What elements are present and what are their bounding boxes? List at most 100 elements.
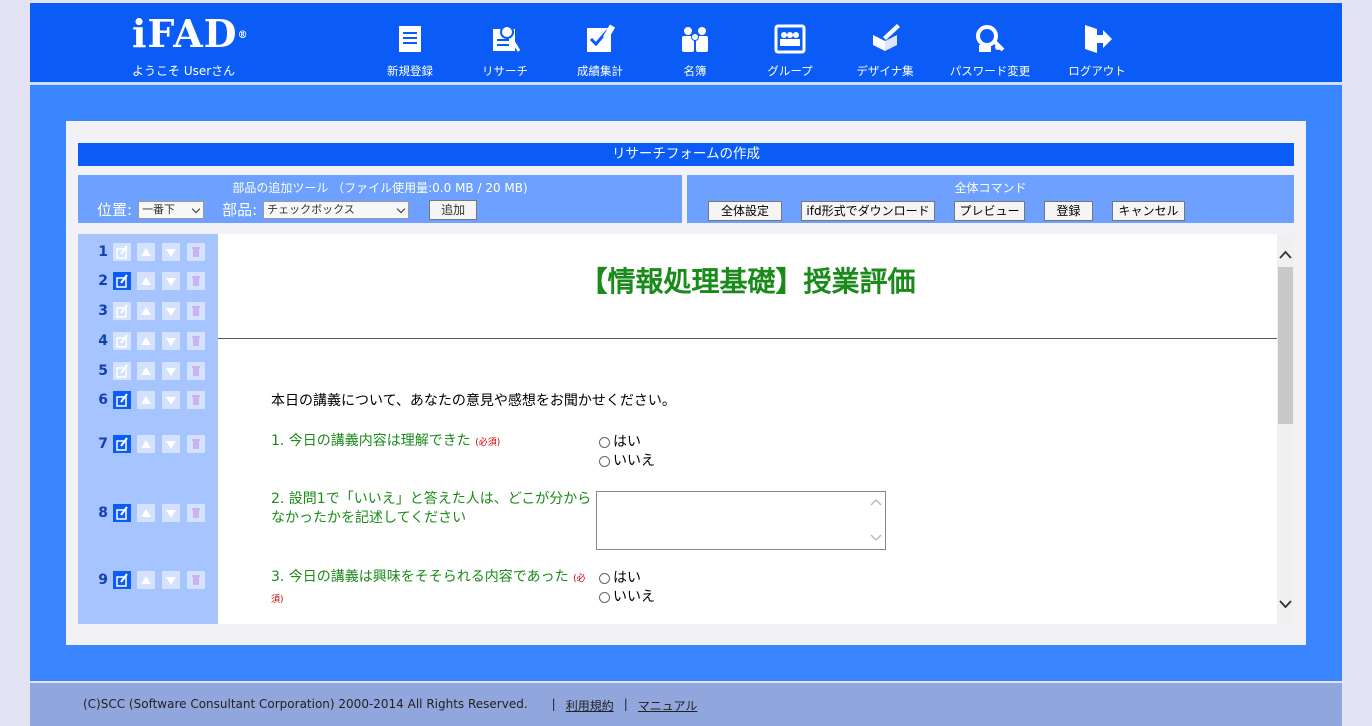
terms-link[interactable]: 利用規約 [566,697,614,714]
preview-button[interactable]: プレビュー [954,201,1025,221]
form-preview: 【情報処理基礎】授業評価 本日の講義について、あなたの意見や感想をお聞かせくださ… [218,234,1277,624]
delete-button[interactable] [186,301,206,321]
cancel-button[interactable]: キャンセル [1112,201,1185,221]
add-part-button[interactable]: 追加 [429,199,478,220]
arrow-up-icon [141,396,151,404]
move-up-button[interactable] [136,361,156,381]
edit-button[interactable] [112,570,132,590]
logout-icon [1085,25,1112,53]
arrow-down-icon [166,278,176,286]
part-select[interactable]: チェックボックス [263,200,410,219]
scroll-down-icon[interactable] [1279,599,1292,609]
option-yes[interactable]: はい [599,569,655,588]
scroll-up-icon[interactable] [1279,250,1292,260]
row-control: 7 [78,434,218,454]
move-down-button[interactable] [161,503,181,523]
preview-scrollbar[interactable] [1277,234,1294,624]
move-down-button[interactable] [161,331,181,351]
manual-link[interactable]: マニュアル [638,697,698,714]
main-area: リサーチフォームの作成 部品の追加ツール （ファイル使用量:0.0 MB / 2… [30,85,1342,681]
nav-password[interactable]: パスワード変更 [942,21,1038,79]
radio-button[interactable] [599,573,610,584]
move-up-button[interactable] [136,503,156,523]
edit-button[interactable] [112,361,132,381]
global-settings-button[interactable]: 全体設定 [708,201,782,221]
parts-tool-row: 位置: 一番下 部品: チェックボックス 追加 [97,199,478,220]
option-no[interactable]: いいえ [599,452,655,471]
move-up-button[interactable] [136,271,156,291]
nav-new-registration[interactable]: 新規登録 [362,21,458,79]
nav-logout[interactable]: ログアウト [1049,21,1145,79]
nav-designer[interactable]: デザイナ集 [837,21,933,79]
download-ifd-button[interactable]: ifd形式でダウンロード [801,201,935,221]
nav-label: パスワード変更 [949,64,1031,78]
radio-button[interactable] [599,437,610,448]
delete-button[interactable] [186,434,206,454]
option-label: はい [613,434,641,450]
scrollbar-thumb[interactable] [1278,267,1293,424]
row-control: 9 [78,570,218,590]
move-down-button[interactable] [161,361,181,381]
nav-roster[interactable]: 名簿 [647,21,743,79]
move-up-button[interactable] [136,390,156,410]
move-down-button[interactable] [161,301,181,321]
edit-button[interactable] [112,503,132,523]
delete-button[interactable] [186,570,206,590]
global-commands-title: 全体コマンド [954,181,1027,195]
research-icon [493,25,521,52]
delete-button[interactable] [186,361,206,381]
radio-button[interactable] [599,456,610,467]
move-up-button[interactable] [136,570,156,590]
group-icon [774,24,806,54]
arrow-down-icon [166,510,176,518]
edit-button[interactable] [112,434,132,454]
row-number: 3 [98,303,108,319]
move-up-button[interactable] [136,434,156,454]
delete-button[interactable] [186,242,206,262]
option-yes[interactable]: はい [599,433,655,452]
nav-label: 成績集計 [577,64,623,78]
edit-button[interactable] [112,271,132,291]
delete-button[interactable] [186,331,206,351]
move-up-button[interactable] [136,301,156,321]
position-select[interactable]: 一番下 [138,200,205,219]
question-2-textarea[interactable] [596,491,886,550]
edit-button[interactable] [112,331,132,351]
footer: (C)SCC (Software Consultant Corporation)… [30,683,1342,726]
trash-icon [192,276,200,286]
move-up-button[interactable] [136,331,156,351]
trash-icon [192,366,200,376]
move-down-button[interactable] [161,390,181,410]
move-down-button[interactable] [161,434,181,454]
delete-button[interactable] [186,271,206,291]
row-number: 1 [98,244,108,260]
register-button[interactable]: 登録 [1044,201,1093,221]
option-no[interactable]: いいえ [599,588,655,607]
new-document-icon [399,26,421,52]
row-number: 6 [98,392,108,408]
question-3-options: はい いいえ [599,569,655,607]
edit-button[interactable] [112,242,132,262]
question-3: 3. 今日の講義は興味をそそられる内容であった (必須) [271,568,596,610]
edit-button[interactable] [112,301,132,321]
nav-grades[interactable]: 成績集計 [552,21,648,79]
nav-label: グループ [767,64,813,78]
delete-button[interactable] [186,503,206,523]
title-divider [218,338,1277,339]
nav-research[interactable]: リサーチ [457,21,553,79]
move-up-button[interactable] [136,242,156,262]
delete-button[interactable] [186,390,206,410]
move-down-button[interactable] [161,271,181,291]
nav-label: リサーチ [482,64,528,78]
parts-tool: 部品の追加ツール （ファイル使用量:0.0 MB / 20 MB) 位置: 一番… [78,175,682,223]
radio-button[interactable] [599,592,610,603]
nav-label: 新規登録 [387,64,433,78]
arrow-up-icon [141,337,151,345]
move-down-button[interactable] [161,570,181,590]
move-down-button[interactable] [161,242,181,262]
row-number: 8 [98,505,108,521]
trash-icon [192,247,200,257]
nav-group[interactable]: グループ [742,21,838,79]
arrow-down-icon [166,397,176,405]
edit-button[interactable] [112,390,132,410]
